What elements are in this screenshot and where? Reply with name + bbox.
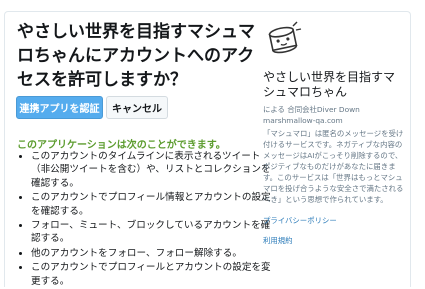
permission-item: フォロー、ミュート、ブロックしているアカウントを確認する。	[31, 219, 271, 246]
app-url: marshmallow-qa.com	[263, 116, 343, 125]
marshmallow-mascot-icon	[263, 20, 303, 60]
permission-item: このアカウントのタイムラインに表示されるツイート（非公開ツイートを含む）や、リス…	[31, 150, 271, 190]
app-developer: による 合同会社Diver Down	[263, 105, 360, 114]
permissions-heading: このアプリケーションは次のことができます。	[17, 140, 226, 151]
authorize-app-button[interactable]: 連携アプリを認証	[16, 96, 103, 119]
permission-item: 他のアカウントをフォロー、フォロー解除する。	[31, 247, 271, 260]
terms-of-service-link[interactable]: 利用規約	[263, 235, 293, 246]
app-name: やさしい世界を目指すマシュマロちゃん	[263, 70, 396, 99]
permissions-list: このアカウントのタイムラインに表示されるツイート（非公開ツイートを含む）や、リス…	[17, 150, 271, 289]
cancel-button[interactable]: キャンセル	[106, 96, 168, 119]
permission-item: このアカウントでプロフィール情報とアカウントの設定を確認する。	[31, 191, 271, 218]
permission-item: このアカウントでプロフィールとアカウントの設定を変更する。	[31, 261, 271, 288]
page-title: やさしい世界を目指すマシュマロちゃんにアカウントへのアクセスを許可しますか？	[17, 22, 255, 90]
app-description: 「マシュマロ」は匿名のメッセージを受け付けるサービスです。ネガティブな内容のメッ…	[263, 129, 404, 204]
privacy-policy-link[interactable]: プライバシーポリシー	[263, 215, 337, 226]
